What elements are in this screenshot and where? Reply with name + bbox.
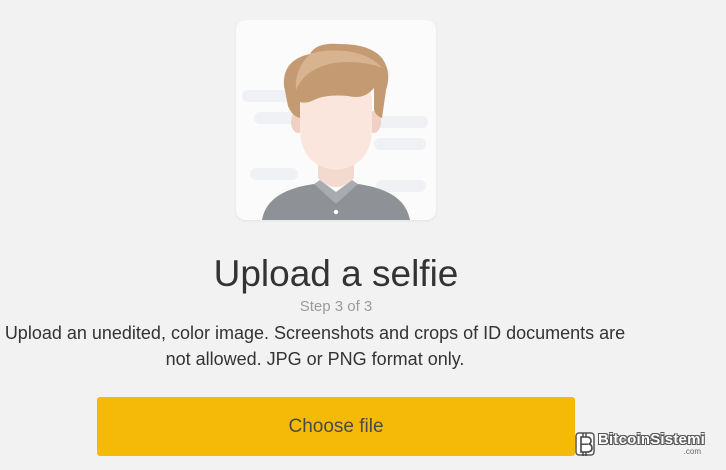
step-indicator: Step 3 of 3 — [299, 298, 373, 315]
watermark-brand: BitcoinSistemi — [598, 431, 705, 448]
selfie-illustration — [236, 20, 436, 220]
page-title: Upload a selfie — [213, 253, 459, 294]
watermark-domain: .com — [683, 447, 701, 456]
watermark: BitcoinSistemi .com — [574, 427, 724, 461]
choose-file-button[interactable]: Choose file — [97, 397, 575, 456]
upload-instructions: Upload an unedited, color image. Screens… — [4, 323, 626, 369]
bitcoin-logo-icon — [575, 432, 595, 456]
selfie-avatar-icon — [242, 43, 428, 220]
